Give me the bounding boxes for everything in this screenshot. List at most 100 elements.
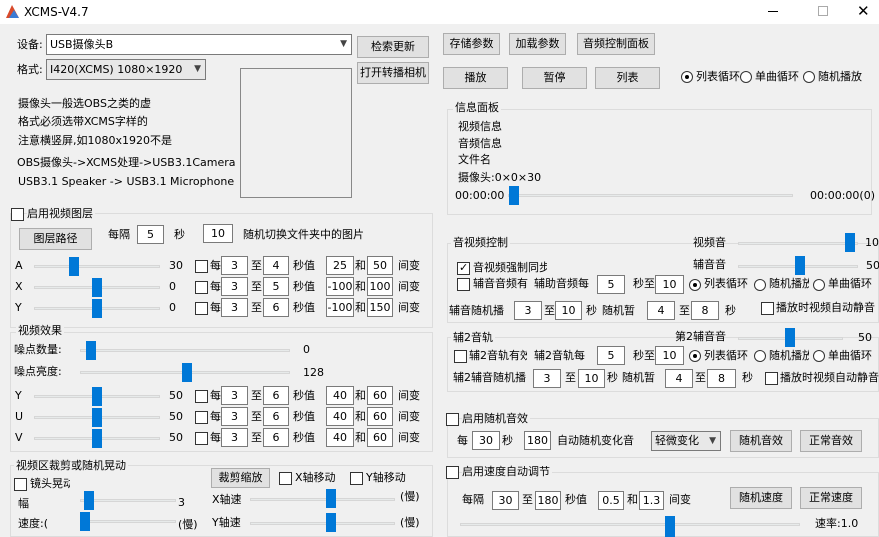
- effect-hi-input[interactable]: 60: [367, 386, 393, 405]
- crop-zoom-button[interactable]: 裁剪缩放: [211, 468, 270, 488]
- random-play-radio[interactable]: [803, 71, 815, 83]
- layer-every-checkbox[interactable]: [195, 281, 208, 294]
- x-move-checkbox[interactable]: [279, 472, 292, 485]
- av-random-radio[interactable]: [754, 279, 766, 291]
- layer-slider-thumb[interactable]: [69, 257, 79, 276]
- speed-lo-input[interactable]: 0.5: [598, 491, 624, 510]
- speed-track[interactable]: [80, 520, 176, 523]
- layer-max-input[interactable]: 6: [263, 298, 289, 317]
- track2-random-radio[interactable]: [754, 350, 766, 362]
- video-vol-track[interactable]: [738, 242, 858, 245]
- noise-bright-thumb[interactable]: [182, 363, 192, 382]
- effect-max-input[interactable]: 6: [263, 428, 289, 447]
- layer-path-button[interactable]: 图层路径: [19, 228, 92, 250]
- speed-hi-input[interactable]: 1.3: [639, 491, 664, 510]
- track2-rmin-input[interactable]: 3: [533, 369, 561, 388]
- format-select[interactable]: I420(XCMS) 1080×1920 ▼: [46, 59, 206, 80]
- random-audio-checkbox[interactable]: [446, 413, 459, 426]
- effect-lo-input[interactable]: 40: [326, 428, 354, 447]
- track2-vol-thumb[interactable]: [785, 328, 795, 347]
- normal-speed-button[interactable]: 正常速度: [800, 487, 862, 509]
- speed-max-input[interactable]: 180: [535, 491, 561, 510]
- aux-pmax-input[interactable]: 8: [691, 301, 719, 320]
- random-speed-button[interactable]: 随机速度: [730, 487, 792, 509]
- effect-lo-input[interactable]: 40: [326, 386, 354, 405]
- audio-panel-button[interactable]: 音频控制面板: [577, 33, 655, 55]
- effect-hi-input[interactable]: 60: [367, 428, 393, 447]
- aux-every-input[interactable]: 5: [597, 275, 625, 294]
- interval-input[interactable]: 5: [137, 225, 164, 244]
- force-sync-checkbox[interactable]: [457, 261, 470, 275]
- search-update-button[interactable]: 检索更新: [357, 36, 429, 58]
- layer-hi-input[interactable]: 150: [367, 298, 393, 317]
- x-speed-track[interactable]: [250, 498, 395, 501]
- layer-min-input[interactable]: 3: [221, 256, 248, 275]
- speed-rate-thumb[interactable]: [665, 516, 675, 537]
- layer-lo-input[interactable]: -100: [326, 277, 354, 296]
- effect-min-input[interactable]: 3: [221, 386, 248, 405]
- list-loop-radio[interactable]: [681, 71, 693, 83]
- track2-every-input[interactable]: 5: [597, 346, 625, 365]
- aux-vol-thumb[interactable]: [795, 256, 805, 275]
- random-audio-button[interactable]: 随机音效: [730, 430, 792, 452]
- maximize-icon[interactable]: [818, 6, 828, 16]
- speed-min-input[interactable]: 30: [492, 491, 519, 510]
- aux-rmin-input[interactable]: 3: [514, 301, 542, 320]
- auto-mute-checkbox[interactable]: [761, 302, 774, 315]
- normal-audio-button[interactable]: 正常音效: [800, 430, 862, 452]
- save-params-button[interactable]: 存储参数: [443, 33, 500, 55]
- track2-rmax-input[interactable]: 10: [578, 369, 605, 388]
- layer-max-input[interactable]: 4: [263, 256, 289, 275]
- amp-thumb[interactable]: [84, 491, 94, 510]
- y-speed-track[interactable]: [250, 522, 395, 525]
- layer-hi-input[interactable]: 100: [367, 277, 393, 296]
- layer-hi-input[interactable]: 50: [367, 256, 393, 275]
- play-button[interactable]: 播放: [443, 67, 508, 89]
- count-input[interactable]: 10: [203, 224, 233, 243]
- speed-rate-track[interactable]: [460, 523, 800, 526]
- open-camera-button[interactable]: 打开转播相机: [357, 62, 429, 84]
- layer-every-checkbox[interactable]: [195, 260, 208, 273]
- track2-pmax-input[interactable]: 8: [707, 369, 736, 388]
- progress-thumb[interactable]: [509, 186, 519, 205]
- noise-count-track[interactable]: [80, 349, 290, 352]
- pause-button[interactable]: 暂停: [522, 67, 587, 89]
- track2-auto-mute-checkbox[interactable]: [765, 372, 778, 385]
- effect-every-checkbox[interactable]: [195, 390, 208, 403]
- layer-lo-input[interactable]: -100: [326, 298, 354, 317]
- random-audio-val2-input[interactable]: 180: [524, 431, 551, 450]
- layer-min-input[interactable]: 3: [221, 298, 248, 317]
- y-move-checkbox[interactable]: [350, 472, 363, 485]
- aux-valid-checkbox[interactable]: [457, 278, 470, 291]
- av-single-loop-radio[interactable]: [813, 279, 825, 291]
- track2-list-loop-radio[interactable]: [689, 350, 701, 362]
- video-vol-thumb[interactable]: [845, 233, 855, 252]
- effect-lo-input[interactable]: 40: [326, 407, 354, 426]
- layer-every-checkbox[interactable]: [195, 302, 208, 315]
- track2-pmin-input[interactable]: 4: [665, 369, 693, 388]
- random-audio-every-input[interactable]: 30: [472, 431, 500, 450]
- load-params-button[interactable]: 加载参数: [509, 33, 566, 55]
- audio-change-select[interactable]: 轻微变化 ▼: [651, 431, 721, 451]
- progress-track[interactable]: [508, 194, 793, 197]
- noise-count-thumb[interactable]: [86, 341, 96, 360]
- aux-to-input[interactable]: 10: [655, 275, 684, 294]
- track2-to-input[interactable]: 10: [655, 346, 684, 365]
- x-speed-thumb[interactable]: [326, 489, 336, 508]
- list-button[interactable]: 列表: [595, 67, 660, 89]
- layer-lo-input[interactable]: 25: [326, 256, 354, 275]
- aux-rmax-input[interactable]: 10: [555, 301, 582, 320]
- layer-min-input[interactable]: 3: [221, 277, 248, 296]
- layer-enable-checkbox[interactable]: [11, 208, 24, 221]
- effect-min-input[interactable]: 3: [221, 407, 248, 426]
- effect-slider-thumb[interactable]: [92, 408, 102, 427]
- layer-slider-thumb[interactable]: [92, 299, 102, 318]
- effect-every-checkbox[interactable]: [195, 432, 208, 445]
- track2-valid-checkbox[interactable]: [454, 350, 467, 363]
- close-icon[interactable]: ✕: [857, 2, 870, 20]
- av-list-loop-radio[interactable]: [689, 279, 701, 291]
- layer-max-input[interactable]: 5: [263, 277, 289, 296]
- device-select[interactable]: USB摄像头B ▼: [46, 34, 352, 55]
- lens-shake-checkbox[interactable]: [14, 478, 27, 491]
- effect-slider-thumb[interactable]: [92, 387, 102, 406]
